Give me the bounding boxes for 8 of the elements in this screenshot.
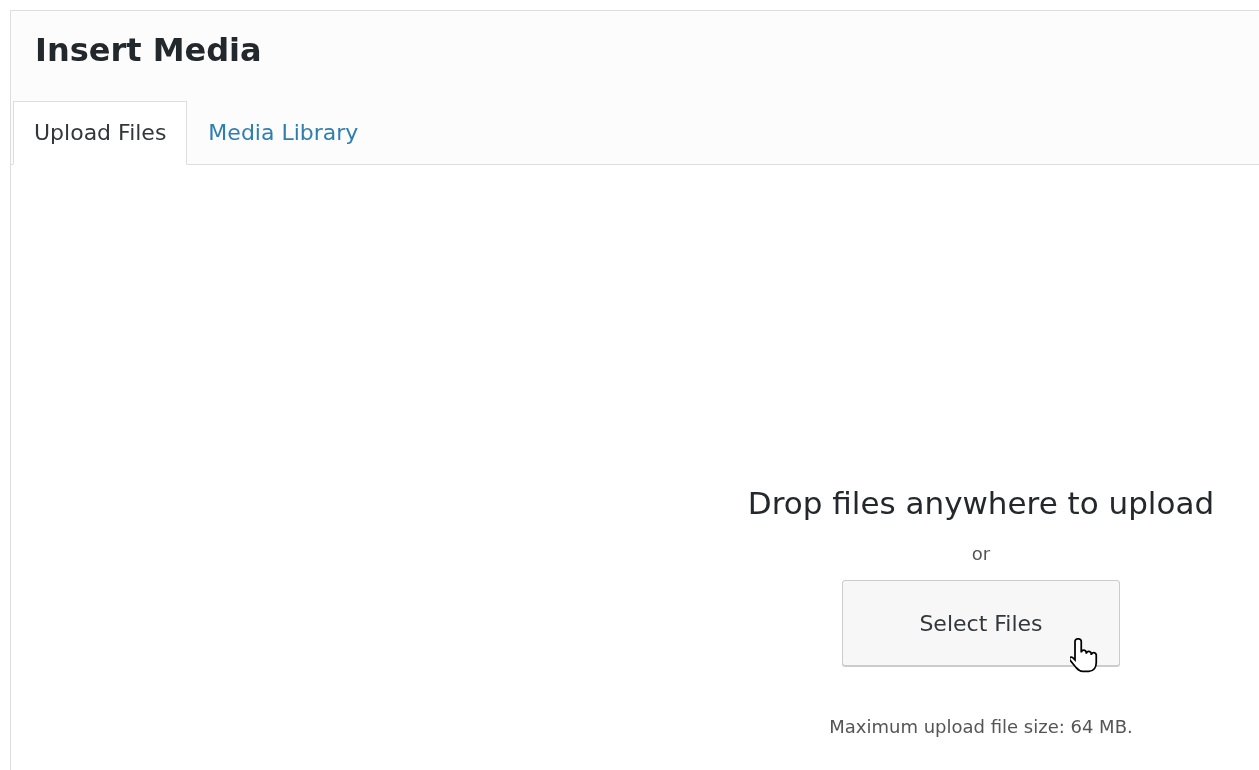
separator-text: or (971, 543, 991, 564)
tab[interactable]: Upload Files (13, 101, 188, 165)
tab[interactable]: Media Library (187, 101, 380, 165)
hand-cursor-icon (1070, 636, 1100, 674)
drop-instructions: Drop files anywhere to upload (747, 485, 1215, 521)
window-title: Insert Media (34, 30, 263, 69)
max-upload-size-text: Maximum upload file size: 64 MB. (829, 716, 1133, 737)
select-files-button[interactable]: Select Files (842, 580, 1120, 666)
